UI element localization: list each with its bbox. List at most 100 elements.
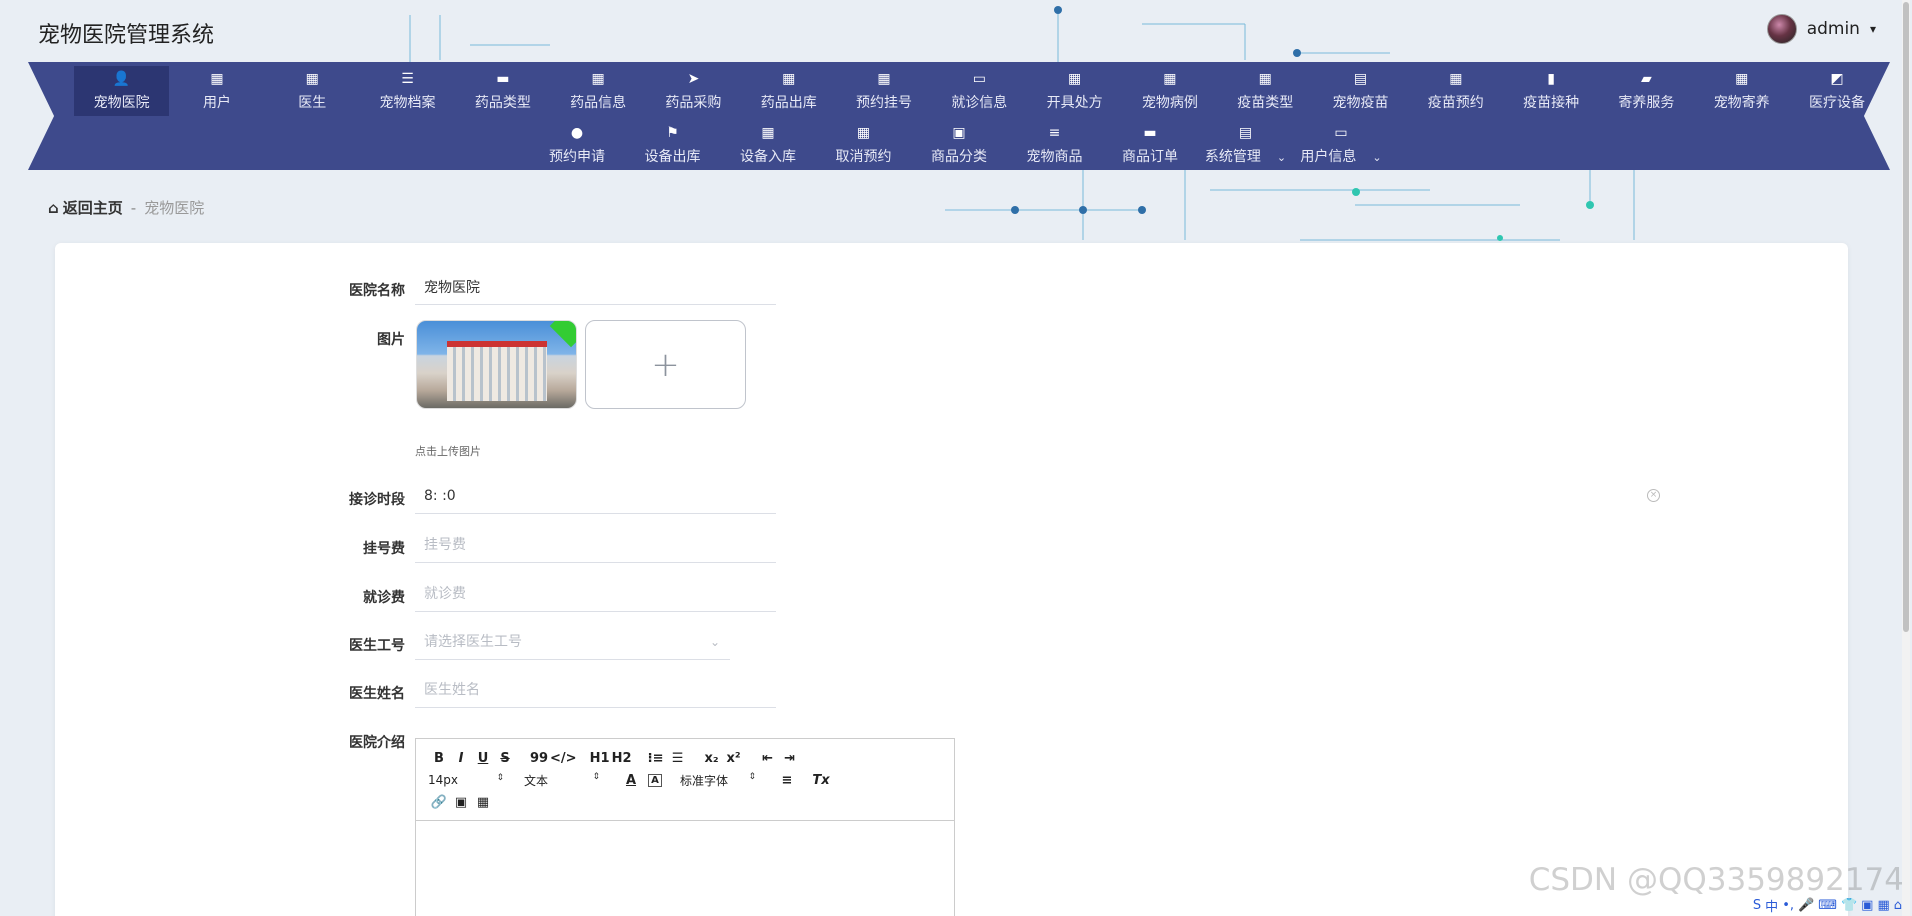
visit-fee-input[interactable] [415, 576, 776, 612]
monitor-icon: ▬ [496, 70, 510, 87]
clear-format-icon[interactable]: Tx [810, 773, 832, 788]
nav-item-row1-14[interactable]: ▦ 疫苗预约 [1408, 66, 1503, 116]
align-icon[interactable]: ≡ [776, 773, 798, 788]
italic-button[interactable]: I [450, 751, 472, 766]
nav-item-row1-16[interactable]: ▰ 寄养服务 [1599, 66, 1694, 116]
nav-item-row1-18[interactable]: ◩ 医疗设备 [1789, 66, 1884, 116]
uploaded-image[interactable] [416, 320, 577, 409]
upload-hint: 点击上传图片 [415, 445, 481, 458]
nav-item-row2-3[interactable]: ▦ 取消预约 [816, 120, 912, 170]
link-icon[interactable]: 🔗 [428, 795, 450, 810]
nav-item-label: 开具处方 [1047, 92, 1103, 112]
tray-icon[interactable]: ▦ [1877, 898, 1889, 913]
nav-item-label: 商品分类 [931, 146, 987, 166]
tray-icon[interactable]: 中 [1765, 896, 1778, 915]
nav-item-text: 宠物病例 [1141, 94, 1198, 111]
indent-button[interactable]: ⇥ [779, 751, 801, 766]
avatar [1766, 14, 1797, 44]
nav-item-text: 设备出库 [644, 148, 701, 165]
nav-item-row1-0[interactable]: 👤 宠物医院 [74, 66, 170, 116]
upload-add-button[interactable]: + [585, 320, 746, 409]
image-icon[interactable]: ▣ [450, 795, 472, 810]
scrollbar-thumb[interactable] [1903, 2, 1909, 632]
doctor-id-select[interactable]: 请选择医生工号 ⌄ [415, 624, 730, 660]
font-color-button[interactable]: A [620, 773, 642, 788]
ordered-list-button[interactable]: ⁝≡ [645, 751, 667, 766]
nav-item-row1-4[interactable]: ▬ 药品类型 [455, 66, 550, 116]
breadcrumb-separator: - [130, 198, 137, 217]
nav-item-row2-4[interactable]: ▣ 商品分类 [911, 120, 1007, 170]
grid-icon: ▦ [305, 70, 319, 87]
nav-item-row2-0[interactable]: ● 预约申请 [529, 120, 625, 170]
nav-row-2: ● 预约申请 ⚑ 设备出库 ▦ 设备入库 ▦ 取消预约 ▣ 商品分类 ≡ 宠物商品 ▬ 商品订单 ▤ 系统管理… [28, 120, 1890, 170]
nav-item-label: 宠物疫苗 [1333, 92, 1389, 112]
font-family-select[interactable]: 标准字体 ⇕ [680, 772, 756, 789]
clear-icon[interactable]: × [1647, 489, 1660, 502]
image-label: 图片 [377, 332, 405, 348]
tray-icon[interactable]: 👕 [1841, 898, 1857, 913]
user-menu[interactable]: admin ▾ [1766, 14, 1876, 44]
grid-icon: ▦ [1163, 70, 1177, 87]
nav-item-row1-5[interactable]: ▦ 药品信息 [550, 66, 645, 116]
nav-item-row1-2[interactable]: ▦ 医生 [265, 66, 360, 116]
doctor-name-input[interactable] [415, 672, 776, 708]
nav-item-row2-8[interactable]: ▭ 用户信息 ⌄ [1293, 120, 1389, 170]
reg-fee-input[interactable] [415, 527, 776, 563]
text-style-select[interactable]: 文本 ⇕ [524, 772, 600, 789]
nav-item-text: 开具处方 [1046, 94, 1103, 111]
tray-icon[interactable]: S [1753, 898, 1761, 913]
main-nav: 👤 宠物医院 ▦ 用户 ▦ 医生 ☰ 宠物档案 ▬ 药品类型 ▦ 药品信息 ➤ 药品采购 ▦ 药品出库 ▦ 预约挂… [28, 62, 1890, 170]
tray-icon[interactable]: •, [1782, 898, 1794, 913]
home-link[interactable]: ⌂ 返回主页 [48, 197, 123, 218]
nav-item-row1-9[interactable]: ▭ 就诊信息 [932, 66, 1027, 116]
hospital-name-input[interactable] [415, 269, 776, 305]
nav-item-row1-17[interactable]: ▦ 宠物寄养 [1694, 66, 1789, 116]
home-icon: ⌂ [48, 198, 59, 217]
video-icon[interactable]: ▦ [472, 795, 494, 810]
nav-item-label: 设备出库 [645, 146, 701, 166]
nav-item-row1-6[interactable]: ➤ 药品采购 [646, 66, 741, 116]
outdent-button[interactable]: ⇤ [757, 751, 779, 766]
bullet-list-button[interactable]: ☰ [667, 751, 689, 766]
nav-item-row1-11[interactable]: ▦ 宠物病例 [1122, 66, 1217, 116]
nav-item-row1-8[interactable]: ▦ 预约挂号 [836, 66, 931, 116]
nav-item-text: 设备入库 [740, 148, 796, 165]
nav-item-text: 预约挂号 [856, 94, 913, 111]
nav-item-row1-15[interactable]: ▮ 疫苗接种 [1503, 66, 1598, 116]
nav-item-row2-1[interactable]: ⚑ 设备出库 [625, 120, 721, 170]
bold-button[interactable]: B [428, 751, 450, 766]
scrollbar[interactable] [1902, 0, 1910, 916]
quote-button[interactable]: 99 [528, 751, 550, 766]
nav-item-row1-13[interactable]: ▤ 宠物疫苗 [1313, 66, 1408, 116]
nav-item-row2-5[interactable]: ≡ 宠物商品 [1007, 120, 1103, 170]
h1-button[interactable]: H1 [589, 751, 611, 766]
nav-item-row2-2[interactable]: ▦ 设备入库 [720, 120, 816, 170]
subscript-button[interactable]: x₂ [701, 751, 723, 766]
grid-icon: ▦ [782, 70, 796, 87]
nav-item-row1-3[interactable]: ☰ 宠物档案 [360, 66, 455, 116]
nav-item-row1-7[interactable]: ▦ 药品出库 [741, 66, 836, 116]
code-button[interactable]: </> [550, 751, 577, 766]
font-size-select[interactable]: 14px ⇕ [428, 773, 504, 787]
nav-item-row1-10[interactable]: ▦ 开具处方 [1027, 66, 1122, 116]
nav-item-row1-1[interactable]: ▦ 用户 [169, 66, 264, 116]
h2-button[interactable]: H2 [611, 751, 633, 766]
superscript-button[interactable]: x² [723, 751, 745, 766]
nav-item-row2-6[interactable]: ▬ 商品订单 [1102, 120, 1198, 170]
background-color-button[interactable]: A [648, 773, 662, 787]
tray-icon[interactable]: ⌨ [1818, 898, 1837, 913]
nav-item-label: 疫苗接种 [1523, 92, 1579, 112]
tray-icon[interactable]: ▣ [1861, 898, 1873, 913]
nav-item-row1-12[interactable]: ▦ 疫苗类型 [1218, 66, 1313, 116]
clipboard-icon: ▤ [1238, 124, 1253, 141]
window-icon: ▭ [1334, 124, 1348, 141]
tray-icon[interactable]: 🎤 [1798, 898, 1814, 913]
nav-item-row2-7[interactable]: ▤ 系统管理 ⌄ [1198, 120, 1294, 170]
underline-button[interactable]: U [472, 751, 494, 766]
hours-input[interactable] [415, 478, 776, 514]
grid-icon: ▦ [1258, 70, 1272, 87]
strike-button[interactable]: S [494, 751, 516, 766]
flag-icon: ⚑ [666, 124, 679, 141]
tray-icon[interactable]: ⌂ [1894, 898, 1902, 913]
editor-content[interactable] [416, 821, 954, 916]
